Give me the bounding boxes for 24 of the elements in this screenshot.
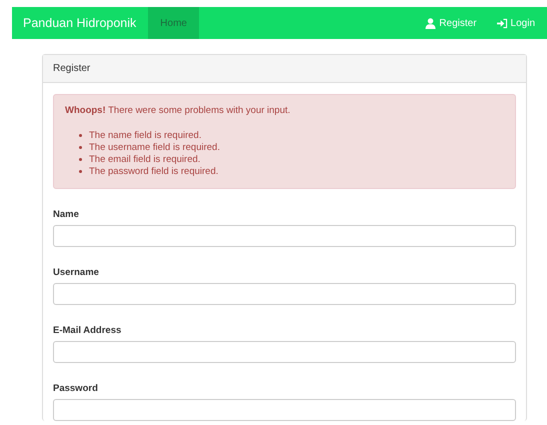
brand-title[interactable]: Panduan Hidroponik bbox=[12, 7, 148, 39]
field-label: Name bbox=[53, 209, 80, 220]
panel-heading: Register bbox=[43, 55, 526, 83]
bullet-icon bbox=[79, 170, 82, 173]
input-field[interactable] bbox=[53, 225, 516, 247]
field-label: Username bbox=[53, 267, 100, 278]
bullet-icon bbox=[79, 146, 82, 149]
error-text: The password field is required. bbox=[89, 166, 218, 177]
user-icon bbox=[425, 18, 436, 28]
bullet-icon bbox=[79, 158, 82, 161]
input-field[interactable] bbox=[53, 399, 516, 421]
error-text: The email field is required. bbox=[89, 154, 200, 165]
nav-link[interactable]: Login bbox=[486, 7, 547, 39]
field-label: Password bbox=[53, 383, 99, 394]
input-field[interactable] bbox=[53, 283, 516, 305]
alert-message: Whoops! There were some problems with your input. bbox=[65, 105, 292, 116]
nav-link[interactable]: Home bbox=[148, 7, 199, 39]
error-text: The username field is required. bbox=[89, 142, 220, 153]
error-text: The name field is required. bbox=[89, 130, 202, 141]
login-icon bbox=[496, 18, 508, 28]
bullet-icon bbox=[79, 134, 82, 137]
input-field[interactable] bbox=[53, 341, 516, 363]
field-label: E-Mail Address bbox=[53, 325, 122, 336]
nav-link[interactable]: Register bbox=[415, 7, 487, 39]
